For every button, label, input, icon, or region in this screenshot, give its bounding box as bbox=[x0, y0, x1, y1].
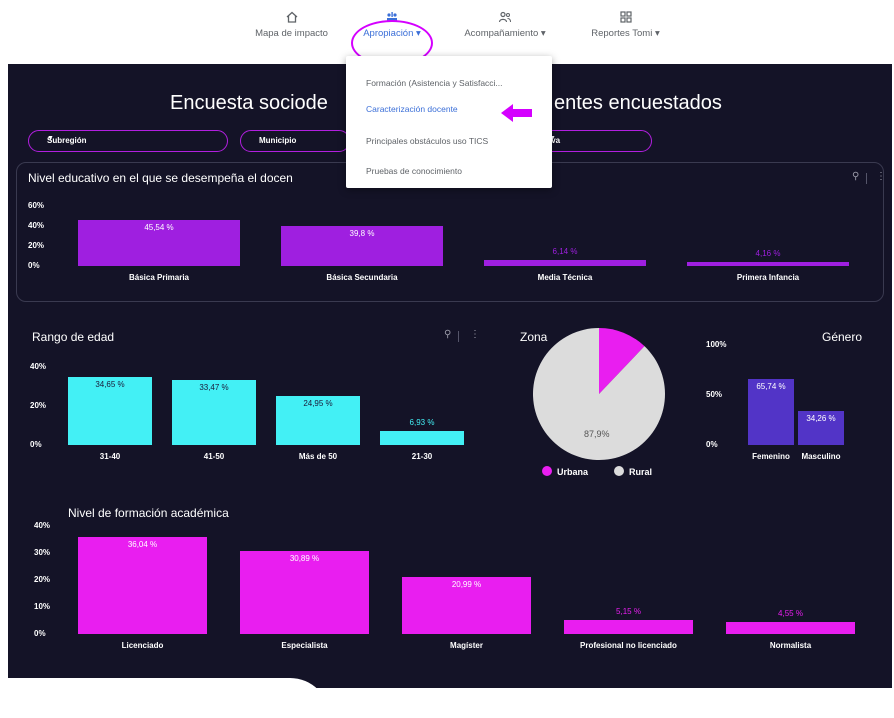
data-label: 34,26 % bbox=[806, 413, 836, 423]
menu-item-pruebas-conocimiento[interactable]: Pruebas de conocimiento bbox=[366, 166, 462, 176]
chart-title: Género bbox=[822, 330, 863, 344]
home-icon bbox=[286, 11, 297, 23]
y-tick-label: 100% bbox=[706, 340, 727, 349]
bar bbox=[240, 550, 369, 634]
data-label: 20,99 % bbox=[451, 580, 482, 590]
category-label: Básica Primaria bbox=[128, 273, 190, 282]
data-label: 24,95 % bbox=[303, 399, 333, 409]
bar bbox=[726, 621, 855, 634]
y-tick-label: 20% bbox=[30, 401, 47, 410]
nav-label: Mapa de impacto bbox=[255, 28, 328, 39]
legend-label: Urbana bbox=[557, 467, 589, 477]
bar bbox=[484, 259, 646, 266]
y-tick-label: 60% bbox=[28, 201, 45, 210]
pin-icon[interactable]: ⚲ bbox=[852, 171, 859, 182]
legend-item-rural: Rural bbox=[614, 466, 652, 477]
data-label: 6,93 % bbox=[409, 418, 435, 428]
bar bbox=[564, 620, 693, 634]
pointer-arrow-icon bbox=[501, 104, 532, 122]
category-label: Normalista bbox=[769, 641, 812, 650]
nav-item-mapa-de-impacto[interactable]: Mapa de impacto bbox=[244, 10, 339, 39]
data-label: 34,65 % bbox=[95, 380, 125, 390]
data-label: 33,47 % bbox=[199, 382, 229, 392]
dashboard-title-right: entes encuestados bbox=[554, 92, 722, 114]
data-label: 30,89 % bbox=[289, 553, 320, 563]
nav-label: Reportes Tomi ▾ bbox=[591, 28, 660, 39]
pin-icon[interactable]: ⚲ bbox=[444, 329, 451, 340]
category-label: Profesional no licenciado bbox=[580, 641, 677, 650]
dashboard-title-left: Encuesta sociode bbox=[170, 92, 328, 114]
category-label: Primera Infancia bbox=[736, 273, 800, 282]
page-corner bbox=[0, 678, 330, 718]
category-label: Masculino bbox=[801, 452, 841, 461]
data-label: 65,74 % bbox=[756, 382, 786, 392]
bar bbox=[380, 431, 464, 445]
y-tick-label: 50% bbox=[706, 390, 723, 399]
y-tick-label: 10% bbox=[34, 602, 51, 611]
group-icon bbox=[498, 11, 511, 23]
category-label: 21-30 bbox=[411, 452, 433, 461]
pie-chart-zona: 87,9% bbox=[533, 328, 665, 460]
data-label: 39,8 % bbox=[349, 229, 375, 239]
legend-swatch bbox=[542, 466, 552, 476]
more-options-icon[interactable]: ⋮ bbox=[470, 329, 480, 340]
category-label: Especialista bbox=[281, 641, 328, 650]
chevron-down-icon: ▼ bbox=[47, 135, 54, 142]
chevron-down-icon: ▼ bbox=[549, 135, 556, 142]
y-tick-label: 20% bbox=[28, 241, 45, 250]
y-tick-label: 0% bbox=[706, 440, 718, 449]
data-label: 4,55 % bbox=[778, 608, 803, 618]
filter-subregion[interactable]: Subregión ▼ bbox=[28, 130, 228, 152]
nav-item-acompanamiento[interactable]: Acompañamiento ▾ bbox=[450, 10, 560, 39]
nav-item-reportes-tomi[interactable]: Reportes Tomi ▾ bbox=[578, 10, 673, 39]
chart-title: Rango de edad bbox=[32, 330, 115, 344]
y-tick-label: 0% bbox=[34, 629, 46, 638]
divider bbox=[458, 331, 459, 342]
data-label: 45,54 % bbox=[144, 223, 174, 233]
category-label: Básica Secundaria bbox=[326, 273, 398, 282]
y-tick-label: 40% bbox=[34, 521, 51, 530]
chart-title: Nivel de formación académica bbox=[68, 506, 229, 520]
y-tick-label: 0% bbox=[30, 440, 42, 449]
grid-icon bbox=[619, 11, 632, 23]
category-label: Licenciado bbox=[121, 641, 164, 650]
menu-item-formacion[interactable]: Formación (Asistencia y Satisfacci... bbox=[366, 78, 503, 88]
y-tick-label: 40% bbox=[28, 221, 45, 230]
category-label: Magíster bbox=[450, 641, 483, 650]
menu-item-caracterizacion-docente[interactable]: Caracterización docente bbox=[366, 104, 458, 114]
menu-item-principales-obstaculos[interactable]: Principales obstáculos uso TICS bbox=[366, 136, 488, 146]
y-tick-label: 20% bbox=[34, 575, 51, 584]
y-tick-label: 40% bbox=[30, 362, 47, 371]
data-label: 5,15 % bbox=[616, 607, 641, 617]
more-options-icon[interactable]: ⋮ bbox=[876, 171, 886, 182]
chart-title: Nivel educativo en el que se desempeña e… bbox=[28, 171, 293, 185]
legend-label: Rural bbox=[629, 467, 653, 477]
nav-label: Acompañamiento ▾ bbox=[464, 28, 546, 39]
y-tick-label: 30% bbox=[34, 548, 51, 557]
data-label: 4,16 % bbox=[755, 248, 781, 258]
legend-swatch bbox=[614, 466, 624, 476]
filter-municipio[interactable]: Municipio bbox=[240, 130, 350, 152]
y-tick-label: 0% bbox=[28, 261, 40, 270]
bar bbox=[78, 536, 207, 634]
filter-label: Municipio bbox=[259, 136, 297, 145]
bar bbox=[687, 261, 849, 266]
pie-slice-rural bbox=[533, 328, 665, 460]
pie-data-label: 87,9% bbox=[584, 429, 610, 439]
top-nav: Mapa de impacto Apropiación ▾ Acompañami… bbox=[0, 0, 894, 66]
legend-item-urbana: Urbana bbox=[542, 466, 588, 477]
divider bbox=[866, 173, 867, 184]
category-label: Media Técnica bbox=[537, 273, 593, 282]
data-label: 6,14 % bbox=[552, 246, 578, 256]
data-label: 36,04 % bbox=[127, 539, 158, 549]
